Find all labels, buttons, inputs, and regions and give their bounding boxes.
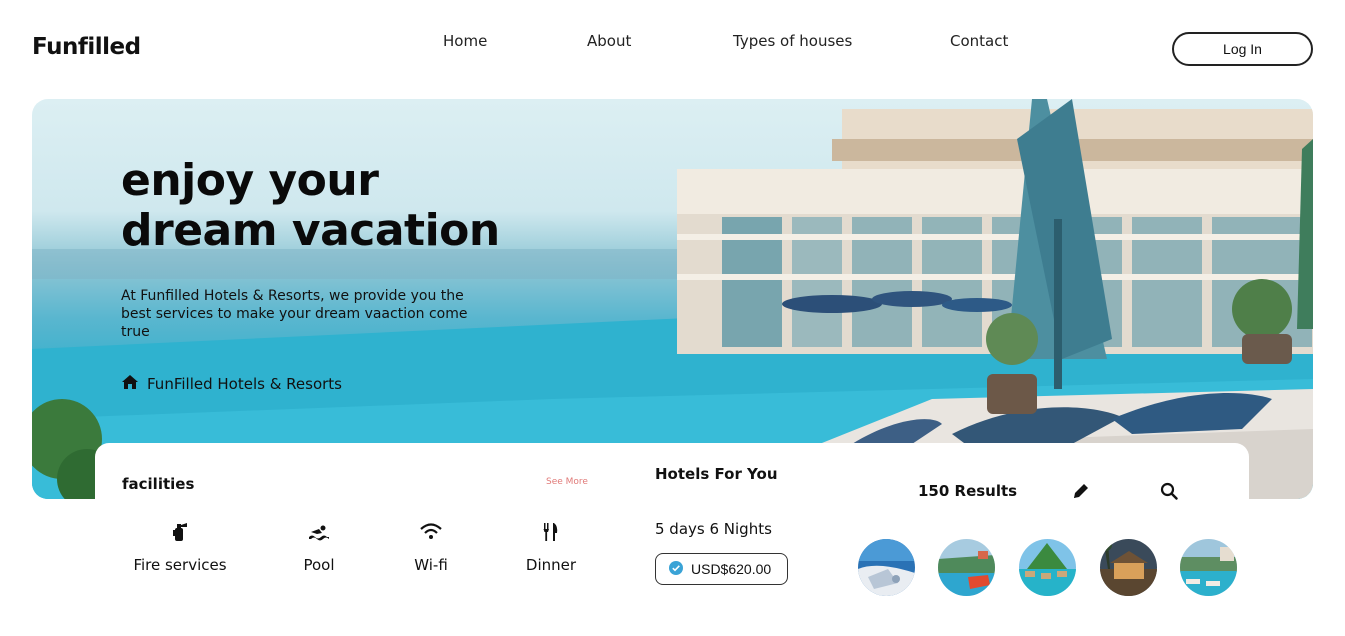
nav-types-of-houses-link[interactable]: Types of houses [733, 32, 852, 50]
facility-pool[interactable]: Pool [289, 520, 349, 574]
price-button[interactable]: USD$620.00 [655, 553, 788, 585]
hotels-title: Hotels For You [655, 465, 778, 483]
stay-duration: 5 days 6 Nights [655, 520, 772, 538]
pencil-icon[interactable] [1071, 481, 1091, 505]
hotel-thumbnail[interactable] [938, 539, 995, 596]
home-icon [121, 374, 139, 394]
search-icon[interactable] [1160, 482, 1178, 504]
check-circle-icon [669, 560, 683, 579]
facility-label: Wi-fi [414, 556, 448, 574]
hotel-thumbnail[interactable] [1100, 539, 1157, 596]
login-button[interactable]: Log In [1172, 32, 1313, 66]
nav-contact-link[interactable]: Contact [950, 32, 1008, 50]
see-more-link[interactable]: See More [546, 477, 588, 487]
hero-title: enjoy your dream vacation [121, 155, 500, 256]
facility-dinner[interactable]: Dinner [516, 520, 586, 574]
facility-label: Pool [303, 556, 335, 574]
facility-label: Fire services [133, 556, 227, 574]
nav-home-link[interactable]: Home [443, 32, 487, 50]
hero-description: At Funfilled Hotels & Resorts, we provid… [121, 288, 468, 340]
hero-brand-text: FunFilled Hotels & Resorts [147, 375, 342, 393]
facilities-title: facilities [122, 475, 195, 493]
results-count: 150 Results [918, 482, 1018, 500]
wifi-icon [420, 520, 442, 544]
hotel-thumbnail[interactable] [1180, 539, 1237, 596]
fire-extinguisher-icon [171, 520, 189, 544]
hotel-thumbnail[interactable] [1019, 539, 1076, 596]
nav-about-link[interactable]: About [587, 32, 631, 50]
site-logo[interactable]: Funfilled [32, 34, 141, 60]
hotel-thumbnail[interactable] [858, 539, 915, 596]
price-value: USD$620.00 [691, 561, 772, 577]
hero-banner: enjoy your dream vacation At Funfilled H… [32, 99, 1313, 499]
swimmer-icon [308, 520, 330, 544]
facility-wifi[interactable]: Wi-fi [401, 520, 461, 574]
facility-label: Dinner [525, 556, 577, 574]
hero-brand-line[interactable]: FunFilled Hotels & Resorts [121, 374, 342, 394]
facility-fire-services[interactable]: Fire services [133, 520, 227, 574]
utensils-icon [542, 520, 560, 544]
